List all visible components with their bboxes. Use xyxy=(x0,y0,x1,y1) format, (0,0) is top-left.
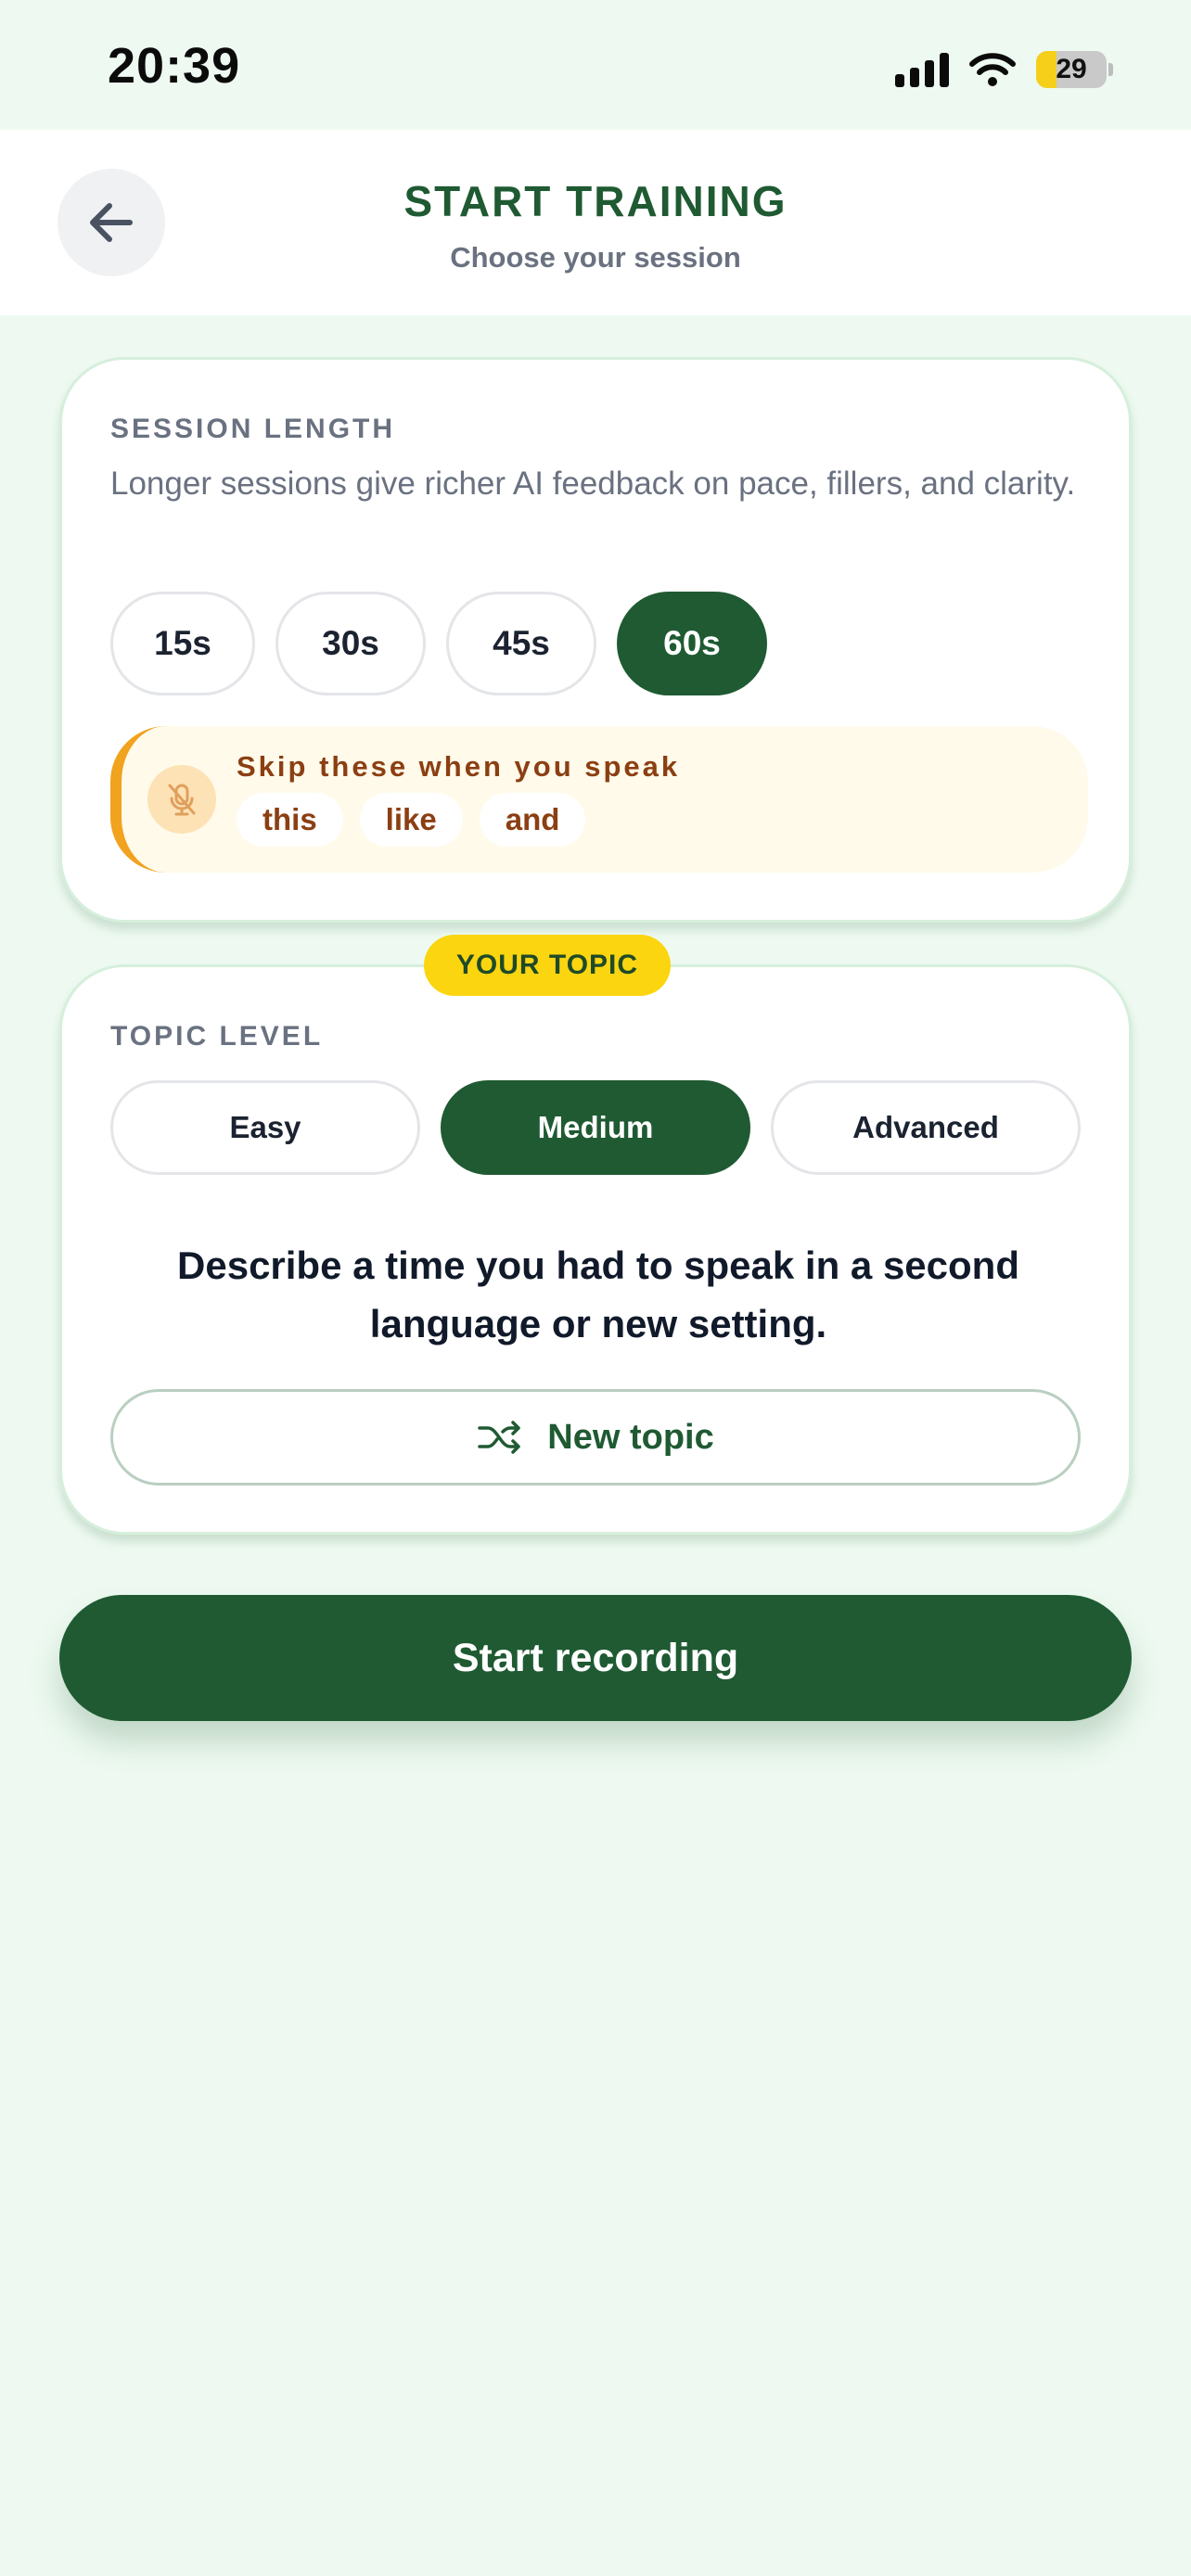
status-time: 20:39 xyxy=(108,38,241,94)
filler-words-title: Skip these when you speak xyxy=(237,750,681,783)
filler-word-chip: like xyxy=(359,793,463,847)
page-subtitle: Choose your session xyxy=(450,241,741,274)
battery-indicator: 29 xyxy=(1036,51,1107,88)
length-option-45s[interactable]: 45s xyxy=(446,592,596,695)
your-topic-badge: YOUR TOPIC xyxy=(424,935,671,996)
filler-words-list: this like and xyxy=(237,793,586,847)
length-option-60s[interactable]: 60s xyxy=(617,592,767,695)
status-bar: 20:39 29 xyxy=(0,0,1191,130)
topic-prompt: Describe a time you had to speak in a se… xyxy=(177,1243,1019,1345)
session-length-options: 15s 30s 45s 60s xyxy=(110,592,767,695)
session-length-card: SESSION LENGTH Longer sessions give rich… xyxy=(59,357,1132,923)
shuffle-icon xyxy=(478,1421,521,1454)
level-option-easy[interactable]: Easy xyxy=(110,1080,420,1175)
status-icons: 29 xyxy=(895,46,1113,93)
length-option-30s[interactable]: 30s xyxy=(275,592,426,695)
wifi-icon xyxy=(969,53,1016,86)
topic-level-options: Easy Medium Advanced xyxy=(110,1080,1081,1175)
session-length-description: Longer sessions give richer AI feedback … xyxy=(110,465,1076,502)
filler-word-chip: and xyxy=(479,793,586,847)
cellular-signal-icon xyxy=(895,52,949,87)
filler-words-hint: Skip these when you speak this like and xyxy=(110,726,1088,873)
mic-off-icon xyxy=(147,765,216,834)
battery-percent: 29 xyxy=(1056,54,1087,84)
topic-card: TOPIC LEVEL Easy Medium Advanced Describ… xyxy=(59,964,1132,1535)
start-recording-button[interactable]: Start recording xyxy=(59,1595,1132,1721)
battery-tip xyxy=(1108,63,1113,76)
page-header: START TRAINING Choose your session xyxy=(0,130,1191,315)
new-topic-button[interactable]: New topic xyxy=(110,1389,1081,1486)
filler-word-chip: this xyxy=(237,793,343,847)
topic-level-label: TOPIC LEVEL xyxy=(110,1021,324,1052)
battery-fill xyxy=(1036,51,1057,88)
page-title: START TRAINING xyxy=(403,177,788,225)
session-length-label: SESSION LENGTH xyxy=(110,414,396,444)
length-option-15s[interactable]: 15s xyxy=(110,592,255,695)
level-option-medium[interactable]: Medium xyxy=(441,1080,750,1175)
level-option-advanced[interactable]: Advanced xyxy=(771,1080,1081,1175)
new-topic-label: New topic xyxy=(547,1417,714,1457)
